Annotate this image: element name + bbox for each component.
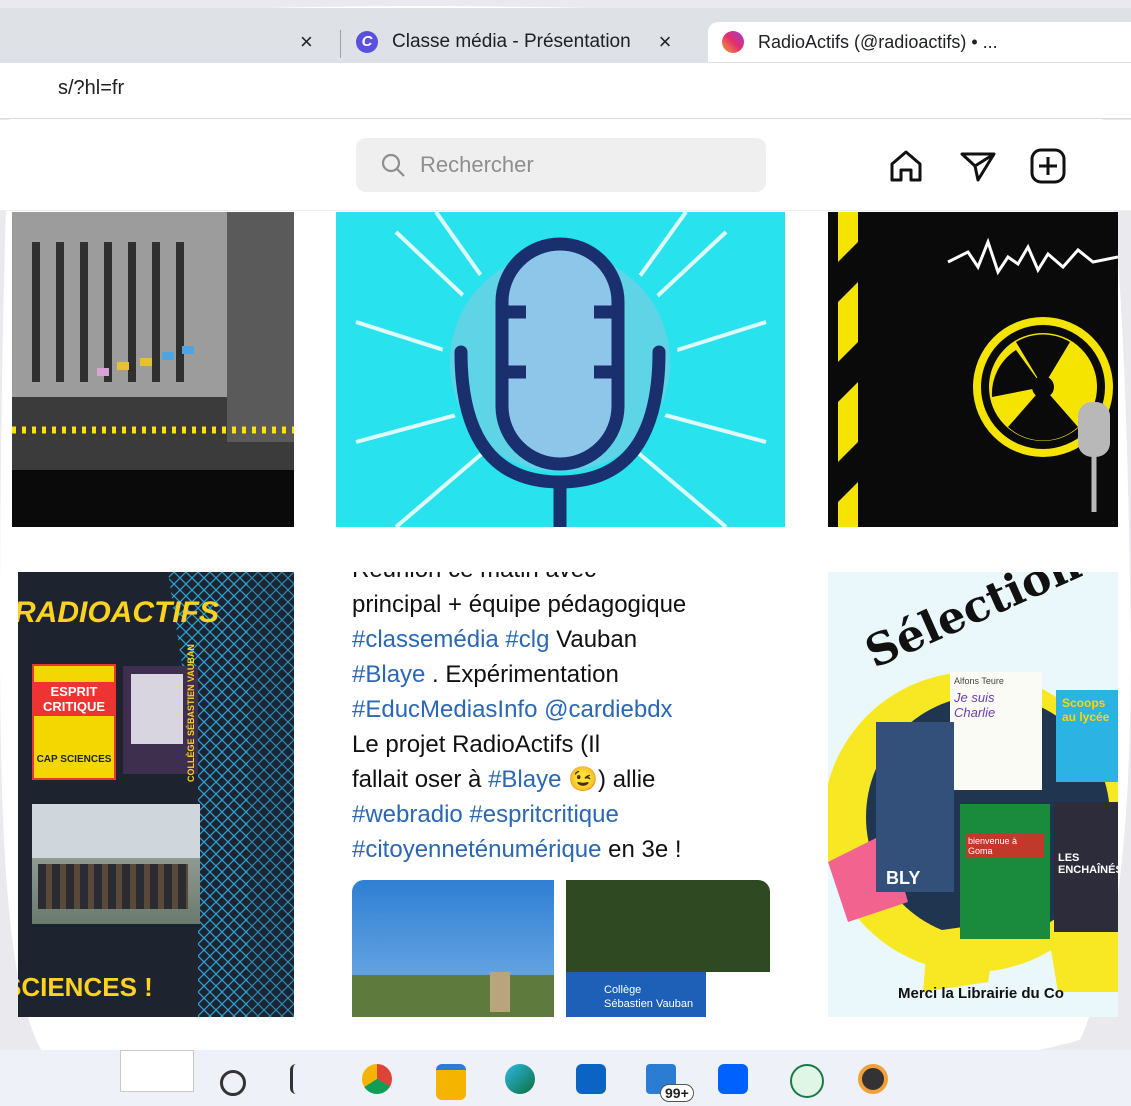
esprit-critique-flyer: ESPRIT CRITIQUE CAP SCIENCES — [32, 664, 116, 780]
edge-icon[interactable] — [505, 1064, 535, 1094]
tab-radioactifs[interactable]: RadioActifs (@radioactifs) • ... — [708, 22, 1131, 62]
hashtag[interactable]: #classemédia — [352, 626, 499, 653]
tweet-line-7[interactable]: #webradio #espritcritique — [352, 797, 686, 832]
tweet-text: . Expérimentation — [425, 661, 619, 688]
close-icon[interactable]: × — [659, 29, 672, 55]
college-sign-line-2: Sébastien Vauban — [604, 998, 694, 1010]
browser-tab-bar: × C Classe média - Présentation × RadioA… — [0, 8, 1131, 63]
tab-classe-media[interactable]: C Classe média - Présentation × — [356, 22, 672, 62]
tweet-line-4[interactable]: #EducMediasInfo @cardiebdx — [352, 692, 686, 727]
book-title: Je suis Charlie — [954, 690, 996, 720]
instagram-header: Rechercher — [0, 120, 1131, 211]
tab-title: RadioActifs (@radioactifs) • ... — [758, 31, 998, 52]
tweet-text: Vauban — [549, 626, 638, 653]
tab-close-prev[interactable]: × — [300, 22, 313, 62]
group-photo — [32, 804, 200, 924]
book-title: bienvenue à Goma — [966, 834, 1044, 858]
taskbar-search-box[interactable] — [120, 1050, 194, 1092]
home-icon[interactable] — [886, 146, 926, 186]
college-vertical-text: COLLÈGE SÉBASTIEN VAUBAN — [186, 644, 196, 782]
tweet-line-1: principal + équipe pédagogique — [352, 591, 687, 618]
college-sign-line-1: Collège — [604, 984, 642, 996]
tweet-text: ) allie — [598, 766, 656, 793]
chrome-icon[interactable] — [362, 1064, 392, 1094]
address-bar[interactable]: s/?hl=fr — [0, 63, 1131, 119]
radioactive-icon — [838, 212, 1118, 527]
search-icon — [381, 153, 405, 177]
tweet-line-5: Le projet RadioActifs (Il — [352, 731, 601, 758]
book-portrait — [876, 722, 954, 892]
butterfly-app-icon[interactable] — [790, 1064, 824, 1098]
tweet-line-8: #citoyenneténumérique en 3e ! — [352, 832, 686, 867]
book-enchaines: LES ENCHAÎNÉS — [1054, 802, 1118, 932]
microphone-icon — [355, 212, 767, 527]
dropbox-icon[interactable] — [718, 1064, 748, 1094]
search-placeholder: Rechercher — [420, 152, 534, 177]
store-icon[interactable] — [576, 1064, 606, 1094]
post-radioactive[interactable] — [828, 212, 1118, 527]
book-scoops: Scoops au lycée — [1056, 690, 1118, 782]
book-bly: BLY — [886, 868, 921, 888]
mail-badge: 99+ — [660, 1084, 694, 1102]
poster-footer: SCIENCES ! — [18, 972, 153, 1002]
task-view-icon[interactable] — [290, 1064, 323, 1094]
post-tweet[interactable]: Réunion ce matin avec principal + équipe… — [338, 572, 784, 1017]
tweet-photo-college: Collège Sébastien Vauban — [566, 880, 770, 1017]
tweet-line-2: #classemédia #clg Vauban — [352, 622, 686, 657]
book-je-suis: Alfons Teure Je suis Charlie — [950, 672, 1042, 790]
hashtag[interactable]: #citoyenneténumérique — [352, 836, 602, 863]
canva-icon: C — [356, 31, 378, 53]
url-text: s/?hl=fr — [58, 77, 125, 99]
post-selection[interactable]: Sélection M Alfons Teure Je suis Charlie… — [828, 572, 1118, 1017]
grid-pattern — [168, 572, 294, 1017]
book-title: Scoops au lycée — [1062, 696, 1110, 724]
windows-taskbar: 99+ — [0, 1050, 1131, 1106]
tweet-text: fallait oser à — [352, 766, 489, 793]
post-mixing-desk[interactable] — [12, 212, 294, 527]
tweet-photo-sky — [352, 880, 554, 1017]
file-explorer-icon[interactable] — [436, 1064, 466, 1100]
search-icon[interactable] — [220, 1070, 246, 1096]
esprit-critique-text: ESPRIT CRITIQUE — [34, 682, 114, 716]
post-radioactifs-poster[interactable]: RADIOACTIFS ESPRIT CRITIQUE CAP SCIENCES… — [18, 572, 294, 1017]
cap-sciences-text: CAP SCIENCES — [36, 754, 112, 765]
tweet-text: en 3e ! — [601, 836, 682, 863]
hashtag[interactable]: #Blaye — [352, 661, 425, 688]
book-goma: bienvenue à Goma — [960, 804, 1050, 939]
tab-separator — [340, 30, 341, 58]
instagram-icon — [722, 31, 744, 53]
send-icon[interactable] — [958, 146, 998, 186]
post-microphone[interactable] — [336, 212, 785, 527]
tab-title: Classe média - Présentation — [392, 31, 631, 52]
tweet-line-3: #Blaye . Expérimentation — [352, 657, 686, 692]
book-author: Alfons Teure — [954, 676, 1004, 686]
mixing-desk-image — [12, 212, 294, 527]
tweet-line-6: fallait oser à #Blaye 😉) allie — [352, 762, 686, 797]
book-title: LES ENCHAÎNÉS — [1058, 852, 1118, 876]
tweet-top-line: Réunion ce matin avec — [352, 572, 686, 587]
wink-emoji-icon: 😉 — [568, 766, 599, 793]
new-post-icon[interactable] — [1028, 146, 1068, 186]
hashtag[interactable]: #Blaye — [488, 766, 561, 793]
hashtag[interactable]: #clg — [505, 626, 549, 653]
search-input[interactable]: Rechercher — [356, 138, 766, 192]
close-icon[interactable]: × — [300, 29, 313, 55]
selection-footer: Merci la Librairie du Co — [898, 985, 1064, 1002]
media-app-icon[interactable] — [858, 1064, 888, 1094]
